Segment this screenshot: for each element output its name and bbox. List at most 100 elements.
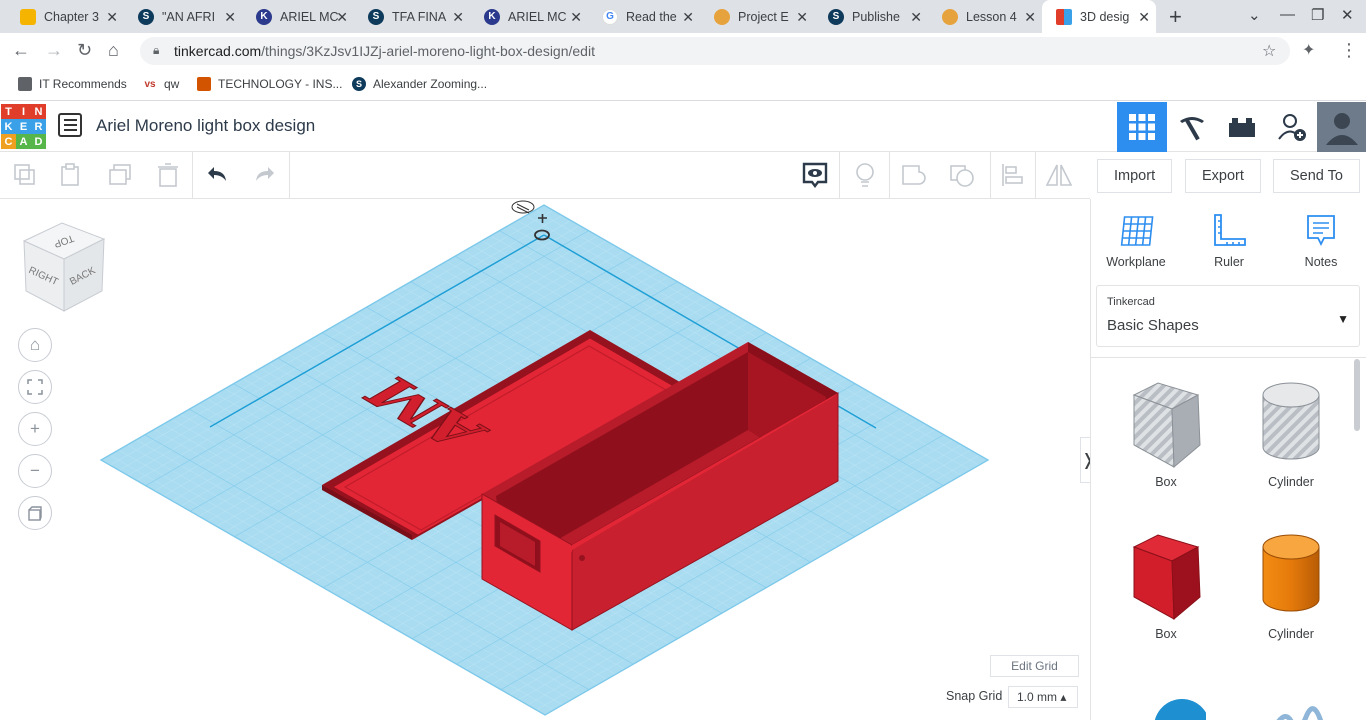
mirror-icon[interactable] bbox=[1044, 160, 1074, 190]
shape-label: Cylinder bbox=[1268, 627, 1314, 641]
browser-tab[interactable]: Project E ✕ bbox=[700, 0, 814, 33]
bookmark-item[interactable]: TECHNOLOGY - INS... bbox=[197, 77, 342, 91]
codeblocks-button[interactable] bbox=[1167, 102, 1217, 152]
browser-tab[interactable]: Chapter 3 ✕ bbox=[6, 0, 124, 33]
view-cube[interactable]: TOP RIGHT BACK bbox=[20, 219, 108, 315]
browser-tab[interactable]: Lesson 4 ✕ bbox=[928, 0, 1042, 33]
group-icon[interactable] bbox=[899, 160, 929, 190]
forward-icon[interactable]: → bbox=[45, 40, 63, 61]
folder-icon bbox=[18, 77, 32, 91]
workplane-button[interactable]: Workplane bbox=[1101, 213, 1171, 269]
address-bar[interactable]: 🔒︎ tinkercad.com/things/3KzJsv1IJZj-arie… bbox=[140, 37, 1290, 65]
design-title[interactable]: Ariel Moreno light box design bbox=[96, 116, 315, 136]
browser-tab[interactable]: S TFA FINA ✕ bbox=[354, 0, 470, 33]
design-list-icon[interactable] bbox=[58, 113, 82, 137]
workplane-canvas[interactable]: AM TOP RIGHT BACK ⌂ + − Edit Grid Snap G… bbox=[0, 199, 1090, 720]
slides-icon bbox=[20, 8, 36, 25]
home-icon[interactable]: ⌂ bbox=[108, 40, 119, 61]
notes-button[interactable]: Notes bbox=[1286, 213, 1356, 269]
send-to-button[interactable]: Send To bbox=[1273, 159, 1360, 193]
ruler-button[interactable]: Ruler bbox=[1194, 213, 1264, 269]
close-icon[interactable]: ✕ bbox=[796, 9, 808, 26]
invite-user-button[interactable] bbox=[1267, 102, 1317, 152]
shape-label: Box bbox=[1155, 475, 1177, 489]
export-button[interactable]: Export bbox=[1185, 159, 1261, 193]
delete-icon[interactable] bbox=[153, 160, 183, 190]
undo-icon[interactable] bbox=[202, 160, 232, 190]
workplane-label: Workplane bbox=[1106, 255, 1166, 269]
browser-tab[interactable]: K ARIEL MC ✕ bbox=[470, 0, 588, 33]
duplicate-icon[interactable] bbox=[105, 160, 135, 190]
close-icon[interactable]: ✕ bbox=[1024, 9, 1036, 26]
tab-search-icon[interactable]: ⌄ bbox=[1248, 6, 1261, 24]
close-icon[interactable]: ✕ bbox=[682, 9, 694, 26]
avatar-icon bbox=[714, 8, 730, 25]
pickaxe-icon bbox=[1180, 117, 1204, 141]
reload-icon[interactable]: ↻ bbox=[77, 40, 92, 61]
shape-box-solid[interactable]: Box bbox=[1121, 533, 1211, 641]
show-notes-icon[interactable] bbox=[800, 160, 830, 190]
bookmarks-bar: IT Recommends vs qw TECHNOLOGY - INS... … bbox=[0, 70, 1366, 101]
close-icon[interactable]: ✕ bbox=[452, 9, 464, 26]
avatar[interactable] bbox=[1317, 102, 1366, 152]
library-name: Basic Shapes bbox=[1107, 317, 1199, 334]
copy-icon[interactable] bbox=[10, 160, 40, 190]
browser-menu-icon[interactable]: ⋮ bbox=[1340, 40, 1358, 61]
browser-tab-active[interactable]: 3D desig ✕ bbox=[1042, 0, 1156, 33]
chevron-down-icon: ▼ bbox=[1337, 312, 1349, 326]
avatar-icon bbox=[942, 8, 958, 25]
workplane-icon bbox=[1120, 216, 1154, 246]
notes-label: Notes bbox=[1304, 255, 1338, 269]
workplane-scene[interactable]: AM bbox=[0, 199, 1090, 720]
bookmark-item[interactable]: IT Recommends bbox=[18, 77, 127, 91]
shape-cylinder-hole[interactable]: Cylinder bbox=[1246, 381, 1336, 489]
shape-sphere[interactable] bbox=[1131, 697, 1221, 720]
snap-grid-select[interactable]: 1.0 mm ▴ bbox=[1008, 686, 1078, 708]
zoom-in-icon[interactable]: + bbox=[18, 412, 52, 446]
shape-cylinder-solid[interactable]: Cylinder bbox=[1246, 533, 1336, 641]
shape-library-select[interactable]: Tinkercad Basic Shapes ▼ bbox=[1096, 285, 1360, 347]
bookmark-label: IT Recommends bbox=[39, 77, 127, 91]
paste-icon[interactable] bbox=[56, 160, 86, 190]
lightbulb-icon[interactable] bbox=[850, 160, 880, 190]
align-icon[interactable] bbox=[997, 160, 1027, 190]
bookmark-star-icon[interactable]: ☆ bbox=[1262, 41, 1276, 61]
bookmark-item[interactable]: vs qw bbox=[143, 77, 179, 91]
close-icon[interactable]: ✕ bbox=[570, 9, 582, 26]
restore-icon[interactable]: ❐ bbox=[1311, 6, 1324, 24]
bookmark-item[interactable]: S Alexander Zooming... bbox=[352, 77, 487, 91]
browser-tab[interactable]: S Publishe ✕ bbox=[814, 0, 928, 33]
ungroup-icon[interactable] bbox=[947, 160, 977, 190]
minimize-icon[interactable]: — bbox=[1280, 6, 1295, 23]
shape-scribble[interactable] bbox=[1251, 705, 1341, 720]
3d-view-button[interactable] bbox=[1117, 102, 1167, 152]
close-icon[interactable]: ✕ bbox=[224, 9, 236, 26]
zoom-out-icon[interactable]: − bbox=[18, 454, 52, 488]
close-icon[interactable]: ✕ bbox=[336, 9, 348, 26]
vs-icon: vs bbox=[144, 78, 156, 90]
edit-grid-button[interactable]: Edit Grid bbox=[990, 655, 1079, 677]
bricks-button[interactable] bbox=[1217, 102, 1267, 152]
browser-tab[interactable]: K ARIEL MC ✕ bbox=[242, 0, 354, 33]
fit-all-icon[interactable] bbox=[18, 370, 52, 404]
new-tab-button[interactable]: + bbox=[1169, 4, 1182, 30]
close-icon[interactable]: ✕ bbox=[910, 9, 922, 26]
kami-icon: K bbox=[256, 8, 272, 25]
browser-tab[interactable]: G Read the ✕ bbox=[588, 0, 700, 33]
panel-scrollbar[interactable] bbox=[1354, 359, 1360, 431]
back-icon[interactable]: ← bbox=[12, 40, 30, 61]
schoology-icon: S bbox=[828, 8, 844, 25]
close-window-icon[interactable]: ✕ bbox=[1341, 6, 1354, 24]
close-icon[interactable]: ✕ bbox=[1138, 9, 1150, 26]
tinkercad-logo[interactable]: TIN KER CAD bbox=[1, 104, 46, 149]
home-view-icon[interactable]: ⌂ bbox=[18, 328, 52, 362]
bookmark-label: qw bbox=[164, 77, 180, 91]
browser-tab[interactable]: S "AN AFRI ✕ bbox=[124, 0, 242, 33]
perspective-icon[interactable] bbox=[18, 496, 52, 530]
extensions-icon[interactable]: ✦ bbox=[1302, 40, 1315, 60]
redo-icon[interactable] bbox=[250, 160, 280, 190]
import-button[interactable]: Import bbox=[1097, 159, 1173, 193]
shape-box-hole[interactable]: Box bbox=[1121, 381, 1211, 489]
add-user-icon bbox=[1278, 114, 1306, 141]
close-icon[interactable]: ✕ bbox=[106, 9, 118, 26]
